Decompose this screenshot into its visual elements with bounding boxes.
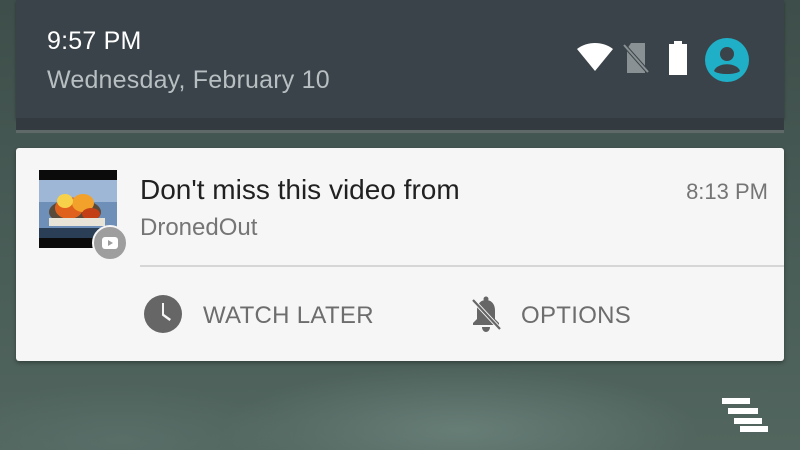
shade-divider	[16, 130, 784, 133]
bell-off-icon	[470, 294, 502, 339]
notification-stack-icon[interactable]	[722, 398, 770, 439]
clock-icon	[143, 294, 183, 339]
notification-time: 8:13 PM	[686, 179, 768, 204]
account-avatar-icon[interactable]	[704, 37, 750, 88]
options-label: OPTIONS	[521, 302, 632, 329]
action-divider	[140, 265, 784, 267]
wifi-icon	[577, 43, 613, 76]
date-label[interactable]: Wednesday, February 10	[47, 65, 330, 95]
notification-channel: DronedOut	[140, 214, 258, 241]
notification-card[interactable]: Don't miss this video from 8:13 PM Drone…	[16, 148, 784, 361]
watch-later-label: WATCH LATER	[203, 302, 374, 329]
notification-title: Don't miss this video from	[140, 174, 460, 205]
no-sim-icon	[622, 41, 650, 80]
battery-icon	[668, 41, 688, 80]
quick-settings-header[interactable]: 9:57 PM Wednesday, February 10	[16, 0, 784, 118]
clock-time: 9:57 PM	[47, 27, 142, 55]
youtube-icon	[92, 225, 128, 261]
